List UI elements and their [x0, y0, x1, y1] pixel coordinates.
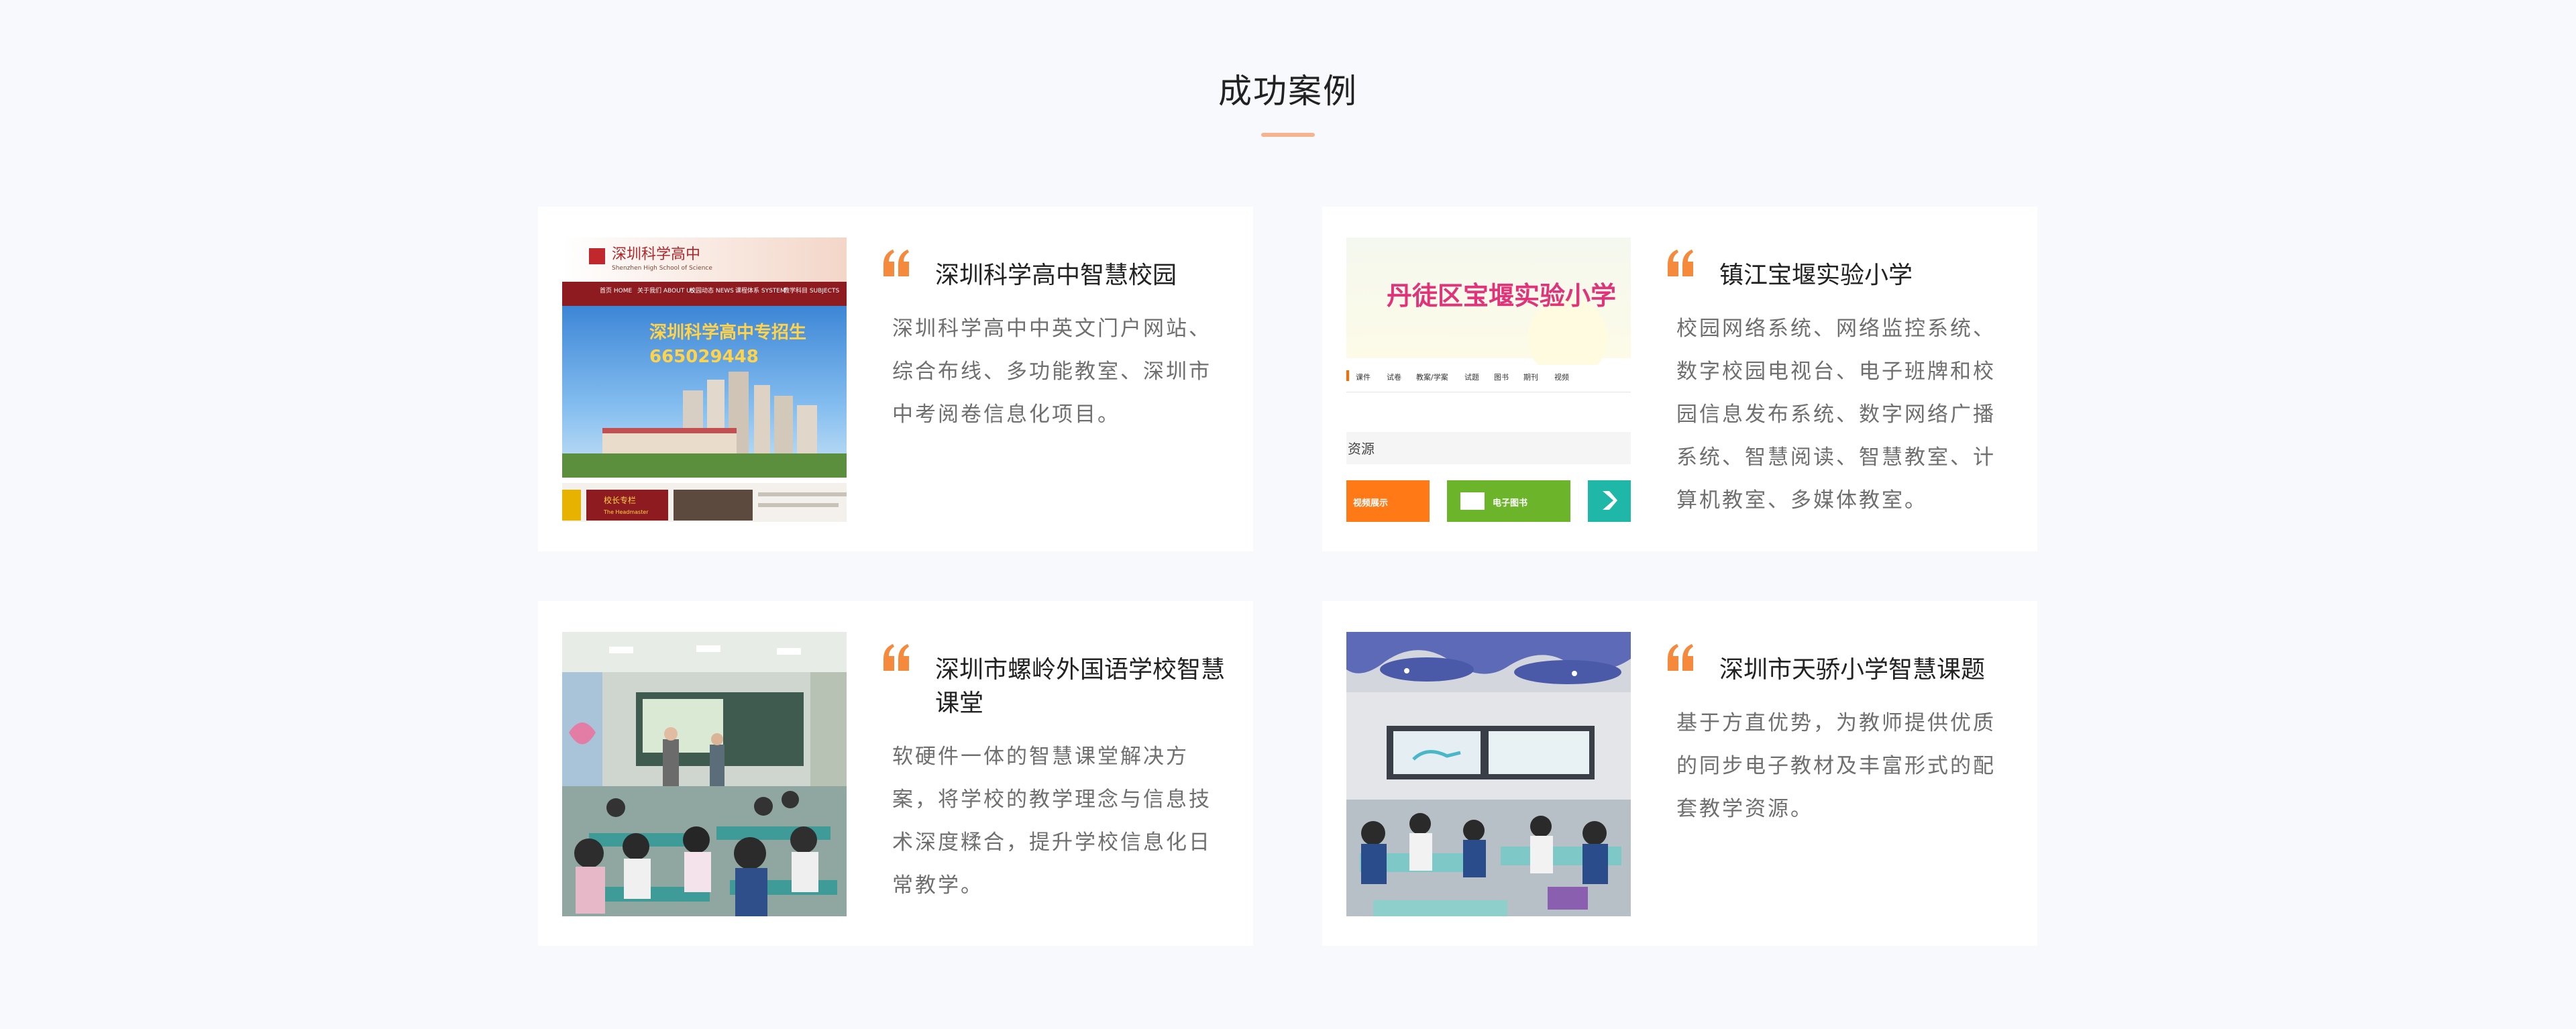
- thumb-tab-2: 教案/学案: [1416, 372, 1448, 382]
- case-thumbnail[interactable]: 丹徒区宝堰实验小学 课件 试卷 教案/学案 试题 图书 期刊 视频 资源 视频展…: [1346, 237, 1631, 522]
- thumb-banner-text: 深圳科学高中专招生: [649, 322, 806, 343]
- classroom-photo: [1346, 632, 1631, 916]
- thumb-nav-1: 关于我们 ABOUT US: [637, 286, 695, 294]
- case-description: 软硬件一体的智慧课堂解决方案，将学校的教学理念与信息技术深度糅合，提升学校信息化…: [892, 745, 1212, 898]
- classroom-photo: [562, 632, 847, 916]
- title-underline: [1261, 133, 1315, 137]
- case-description: 校园网络系统、网络监控系统、数字校园电视台、电子班牌和校园信息发布系统、数字网络…: [1676, 317, 1996, 512]
- section-title: 成功案例: [1218, 72, 1358, 111]
- case-thumbnail[interactable]: [1346, 632, 1631, 916]
- case-card-shenzhen-science-high[interactable]: 深圳科学高中 Shenzhen High School of Science 首…: [538, 207, 1253, 551]
- case-title[interactable]: 镇江宝堰实验小学: [1719, 259, 2015, 292]
- case-thumbnail[interactable]: 深圳科学高中 Shenzhen High School of Science 首…: [562, 237, 847, 522]
- quote-icon: [1668, 250, 1693, 276]
- website-screenshot: 深圳科学高中 Shenzhen High School of Science 首…: [562, 237, 847, 522]
- quote-icon: [883, 250, 909, 276]
- quote-icon: [883, 644, 909, 671]
- thumb-nav-2: 校园动态 NEWS: [690, 286, 734, 294]
- thumb-logo-en: Shenzhen High School of Science: [612, 265, 712, 272]
- website-screenshot: 丹徒区宝堰实验小学 课件 试卷 教案/学案 试题 图书 期刊 视频 资源 视频展…: [1346, 237, 1631, 522]
- thumb-nav-0: 首页 HOME: [600, 286, 632, 294]
- thumb-resource-label: 资源: [1348, 441, 1375, 457]
- case-description: 深圳科学高中中英文门户网站、综合布线、多功能教室、深圳市中考阅卷信息化项目。: [892, 317, 1212, 427]
- thumb-nav-4: 教学科目 SUBJECTS: [784, 286, 839, 294]
- thumb-tile-0: 视频展示: [1353, 498, 1388, 508]
- thumb-tab-5: 期刊: [1523, 373, 1538, 382]
- thumb-tab-0: 课件: [1356, 373, 1371, 382]
- thumb-nav-3: 课程体系 SYSTEM: [735, 286, 786, 294]
- thumb-tab-6: 视频: [1554, 372, 1569, 382]
- case-card-shenzhen-luoling[interactable]: 深圳市螺岭外国语学校智慧课堂 软硬件一体的智慧课堂解决方案，将学校的教学理念与信…: [538, 601, 1253, 946]
- thumb-tab-3: 试题: [1464, 373, 1479, 382]
- thumb-tab-1: 试卷: [1387, 372, 1401, 382]
- thumb-logo-cn: 深圳科学高中: [612, 246, 700, 263]
- case-card-shenzhen-tianjiao[interactable]: 深圳市天骄小学智慧课题 基于方直优势，为教师提供优质的同步电子教材及丰富形式的配…: [1322, 601, 2037, 946]
- thumb-tab-4: 图书: [1494, 373, 1509, 382]
- quote-icon: [1668, 644, 1693, 671]
- thumb-tile-1: 电子图书: [1493, 498, 1527, 508]
- case-title[interactable]: 深圳科学高中智慧校园: [935, 259, 1230, 292]
- case-card-zhenjiang-baoyan[interactable]: 丹徒区宝堰实验小学 课件 试卷 教案/学案 试题 图书 期刊 视频 资源 视频展…: [1322, 207, 2037, 551]
- thumb-banner-text: 丹徒区宝堰实验小学: [1387, 281, 1616, 311]
- case-title[interactable]: 深圳市天骄小学智慧课题: [1719, 653, 2015, 687]
- case-description: 基于方直优势，为教师提供优质的同步电子教材及丰富形式的配套教学资源。: [1676, 711, 1996, 821]
- case-title[interactable]: 深圳市螺岭外国语学校智慧课堂: [935, 653, 1230, 720]
- case-thumbnail[interactable]: [562, 632, 847, 916]
- thumb-banner-phone: 665029448: [649, 347, 759, 367]
- thumb-footer-label: 校长专栏: [604, 495, 636, 505]
- thumb-footer-label-en: The Headmaster: [603, 509, 649, 515]
